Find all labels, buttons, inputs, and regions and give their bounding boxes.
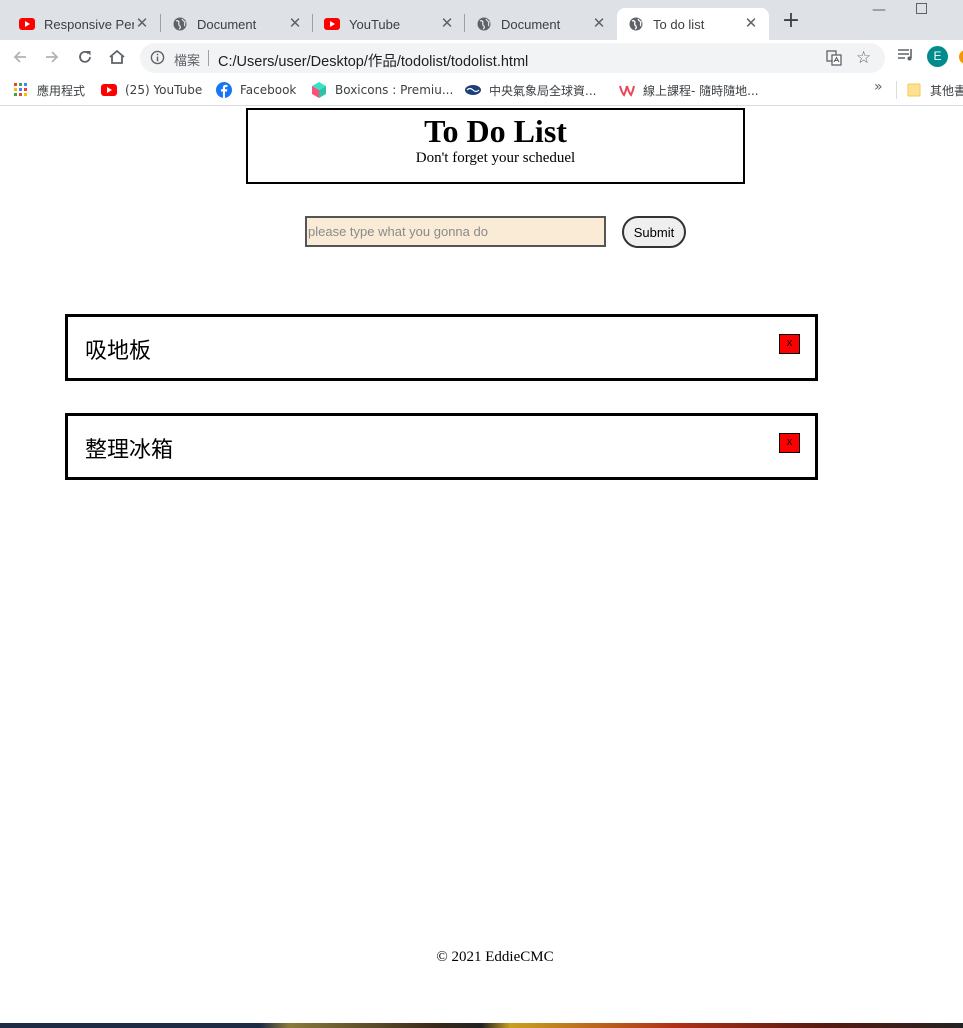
translate-icon[interactable] <box>826 50 842 70</box>
maximize-icon[interactable] <box>916 3 928 19</box>
minimize-icon[interactable]: — <box>872 2 886 18</box>
forward-arrow-icon[interactable] <box>40 46 64 68</box>
bookmark-label: 中央氣象局全球資... <box>489 83 597 98</box>
profile-avatar[interactable]: E <box>927 46 948 67</box>
bookmark-star-icon[interactable]: ☆ <box>856 48 871 68</box>
bookmark-label: 應用程式 <box>37 83 86 98</box>
todo-input[interactable] <box>305 216 606 247</box>
page-title: To Do List <box>424 113 567 149</box>
reading-list-icon[interactable] <box>897 47 915 67</box>
bookmark-cwb[interactable]: 中央氣象局全球資... <box>465 81 596 99</box>
youtube-icon <box>101 82 117 98</box>
taskbar <box>0 1023 963 1028</box>
tab-youtube[interactable]: YouTube ✕ <box>305 8 465 40</box>
address-url[interactable]: C:/Users/user/Desktop/作品/todolist/todoli… <box>218 50 528 71</box>
folder-icon <box>906 82 922 98</box>
close-icon[interactable]: ✕ <box>743 16 759 32</box>
todo-text: 吸地板 <box>85 339 152 364</box>
tab-title: Responsive Pers <box>44 16 134 32</box>
tab-title: YouTube <box>349 16 401 32</box>
close-icon[interactable]: ✕ <box>287 16 303 32</box>
submit-button[interactable]: Submit <box>622 216 686 248</box>
file-scheme-label: 檔案 <box>174 54 201 69</box>
bookmark-label: 線上課程- 隨時隨地... <box>643 83 759 98</box>
globe-icon <box>476 16 492 32</box>
bookmark-facebook[interactable]: Facebook <box>216 81 296 99</box>
facebook-icon <box>216 82 232 98</box>
apps-grid-icon <box>13 82 29 98</box>
bookmarks-divider <box>896 81 897 99</box>
boxicons-icon <box>311 82 327 98</box>
bookmark-boxicons[interactable]: Boxicons : Premiu... <box>311 81 453 99</box>
bookmark-youtube[interactable]: (25) YouTube <box>101 81 202 99</box>
tab-title: To do list <box>653 16 705 32</box>
page-viewport: To Do List Don't forget your scheduel Su… <box>0 107 963 1023</box>
cwb-icon <box>465 82 481 98</box>
new-tab-button[interactable]: + <box>780 10 802 33</box>
reload-icon[interactable] <box>73 46 97 68</box>
close-icon[interactable]: ✕ <box>439 16 455 32</box>
todo-item: 整理冰箱 x <box>65 413 818 480</box>
hahow-icon <box>619 82 635 98</box>
todo-list: 吸地板 x 整理冰箱 x <box>65 314 818 512</box>
home-icon[interactable] <box>105 46 129 68</box>
browser-toolbar: 檔案 C:/Users/user/Desktop/作品/todolist/tod… <box>0 40 963 74</box>
todo-text: 整理冰箱 <box>85 438 174 463</box>
todo-item: 吸地板 x <box>65 314 818 381</box>
header: To Do List Don't forget your scheduel <box>246 108 745 184</box>
tab-document-2[interactable]: Document ✕ <box>457 8 617 40</box>
delete-button[interactable]: x <box>779 433 800 453</box>
address-bar[interactable]: 檔案 C:/Users/user/Desktop/作品/todolist/tod… <box>140 43 885 73</box>
page-subtitle: Don't forget your scheduel <box>415 150 576 166</box>
bookmark-label: (25) YouTube <box>125 83 203 97</box>
info-icon[interactable] <box>150 50 165 69</box>
browser-tab-strip: Responsive Pers ✕ Document ✕ YouTube ✕ D… <box>0 0 963 40</box>
bookmarks-overflow-button[interactable]: » <box>874 79 883 95</box>
address-divider <box>208 50 209 66</box>
tab-responsive[interactable]: Responsive Pers ✕ <box>0 8 160 40</box>
bookmark-label: Facebook <box>240 83 297 97</box>
bookmarks-bar: 應用程式 (25) YouTube Facebook Boxicons : Pr… <box>0 74 963 106</box>
back-arrow-icon[interactable] <box>8 46 32 68</box>
tab-title: Document <box>501 16 561 32</box>
globe-icon <box>628 16 644 32</box>
close-icon[interactable]: ✕ <box>134 16 150 32</box>
youtube-icon <box>19 16 35 32</box>
delete-button[interactable]: x <box>779 334 800 354</box>
bookmark-apps[interactable]: 應用程式 <box>13 81 85 99</box>
tab-document-1[interactable]: Document ✕ <box>153 8 313 40</box>
close-icon[interactable]: ✕ <box>591 16 607 32</box>
youtube-icon <box>324 16 340 32</box>
bookmark-label: Boxicons : Premiu... <box>335 83 454 97</box>
tab-title: Document <box>197 16 257 32</box>
bookmark-label: 其他書 <box>930 83 963 98</box>
bookmark-other[interactable]: 其他書 <box>906 81 963 99</box>
globe-icon <box>172 16 188 32</box>
footer-copyright: © 2021 EddieCMC <box>436 949 554 965</box>
bookmark-hahow[interactable]: 線上課程- 隨時隨地... <box>619 81 759 99</box>
tab-to-do-list[interactable]: To do list ✕ <box>617 8 769 40</box>
